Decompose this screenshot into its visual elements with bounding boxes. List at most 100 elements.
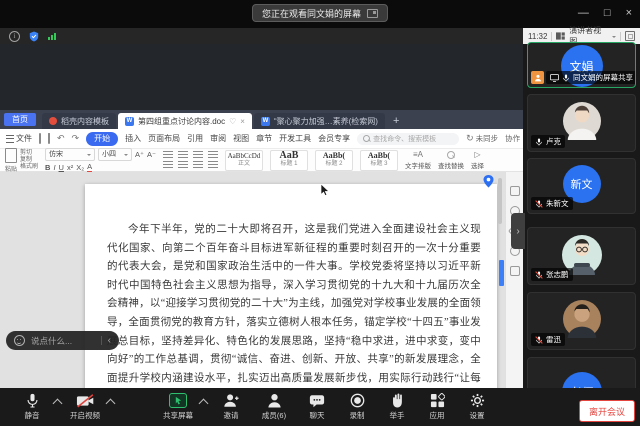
subscript-button[interactable]: X₂ xyxy=(76,163,84,172)
menu-view[interactable]: 视图 xyxy=(233,133,249,144)
menu-sections[interactable]: 章节 xyxy=(256,133,272,144)
style-normal[interactable]: AaBbCcDd 正文 xyxy=(224,149,263,171)
participant-tile[interactable]: 雷迅 xyxy=(527,292,636,350)
document-page[interactable]: 今年下半年，党的二十大即将召开，这是我们党进入全面建设社会主义现代化国家、向第二… xyxy=(85,184,497,399)
chat-placeholder[interactable]: 说点什么... xyxy=(31,335,95,347)
menu-dev-tools[interactable]: 开发工具 xyxy=(279,133,311,144)
favorite-heart-icon[interactable]: ♡ xyxy=(229,117,236,126)
file-menu[interactable]: 文件 xyxy=(6,133,32,144)
shrink-font-button[interactable]: A⁻ xyxy=(147,150,156,159)
font-name-select[interactable]: 仿宋 xyxy=(45,147,96,161)
chevron-down-icon xyxy=(87,153,92,158)
underline-button[interactable]: U xyxy=(59,163,64,172)
italic-button[interactable]: I xyxy=(53,163,55,172)
close-button[interactable]: × xyxy=(626,7,632,19)
wps-active-doc-tab[interactable]: W 第四组重点讨论内容.doc ♡ × xyxy=(118,113,252,129)
layout-icon[interactable] xyxy=(367,8,379,18)
style-heading2[interactable]: AaBb( 标题 2 xyxy=(314,149,353,171)
video-options-chevron[interactable] xyxy=(105,398,116,408)
superscript-button[interactable]: x² xyxy=(67,163,73,172)
leave-meeting-button[interactable]: 离开会议 xyxy=(579,400,635,422)
docer-icon xyxy=(49,117,57,125)
minimize-button[interactable]: — xyxy=(578,7,589,19)
tool-label: 文字排版 xyxy=(404,162,431,170)
indent-icon[interactable] xyxy=(192,151,203,159)
properties-icon[interactable] xyxy=(509,186,520,196)
menu-insert[interactable]: 插入 xyxy=(125,133,141,144)
grow-font-button[interactable]: A⁺ xyxy=(135,150,144,159)
redo-icon[interactable]: ↷ xyxy=(72,133,80,144)
collaborate-button[interactable]: 协作 xyxy=(505,133,520,144)
record-button[interactable]: 录制 xyxy=(337,390,377,424)
mute-button[interactable]: 静音 xyxy=(12,390,52,424)
invite-button[interactable]: 邀请 xyxy=(211,390,251,424)
second-doc-tab-label: “聚心聚力加强…素养(检索网) xyxy=(273,116,378,126)
participant-tile[interactable]: 新文 朱新文 xyxy=(527,158,636,214)
menu-member[interactable]: 会员专享 xyxy=(318,133,350,144)
cut-button[interactable]: 剪切 xyxy=(20,150,38,157)
wps-home-tab[interactable]: 首页 xyxy=(4,113,36,126)
font-size-select[interactable]: 小四 xyxy=(98,147,133,161)
wps-docer-tab[interactable]: 稻壳内容模板 xyxy=(42,113,116,129)
apps-button[interactable]: 应用 xyxy=(417,390,457,424)
document-canvas[interactable]: 今年下半年，党的二十大即将召开，这是我们党进入全面建设社会主义现代化国家、向第二… xyxy=(0,172,523,399)
scrollbar-marker[interactable] xyxy=(499,260,504,286)
style-heading3[interactable]: AaBb( 标题 3 xyxy=(359,149,398,171)
menu-start[interactable]: 开始 xyxy=(86,131,119,146)
fullscreen-icon[interactable] xyxy=(625,31,635,41)
security-shield-icon[interactable] xyxy=(29,31,39,42)
members-button[interactable]: 成员(6) xyxy=(251,390,297,424)
menu-review[interactable]: 审阅 xyxy=(210,133,226,144)
participant-tile[interactable]: 张志鹏 xyxy=(527,227,636,285)
copy-button[interactable]: 复制 xyxy=(20,157,38,164)
text-layout-tool[interactable]: ≡A 文字排版 xyxy=(404,149,431,170)
doc-scrollbar[interactable] xyxy=(498,178,502,224)
chevron-down-icon[interactable] xyxy=(612,35,617,40)
raise-hand-button[interactable]: 举手 xyxy=(377,390,417,424)
chat-button[interactable]: 聊天 xyxy=(297,390,337,424)
participant-tile-sharer[interactable]: 文娟 同文娟的屏幕共享 xyxy=(527,42,636,88)
bullet-list-icon[interactable] xyxy=(162,151,173,159)
align-left-icon[interactable] xyxy=(162,161,173,169)
participant-tile[interactable]: 卢克 xyxy=(527,94,636,152)
style-heading1[interactable]: AaB 标题 1 xyxy=(269,149,308,171)
chevron-down-icon xyxy=(124,153,129,158)
emoji-icon[interactable] xyxy=(14,335,25,346)
more-tools-icon[interactable] xyxy=(509,266,520,276)
sharing-badge-icon xyxy=(531,71,544,84)
save-icon[interactable] xyxy=(39,133,41,144)
start-video-button[interactable]: 开启视频 xyxy=(65,390,105,424)
collapse-chat-icon[interactable]: ‹ xyxy=(108,335,111,346)
paste-button[interactable]: 粘贴 xyxy=(5,147,17,173)
command-search-input[interactable]: 查找命令、搜索模板 xyxy=(357,132,460,145)
line-spacing-icon[interactable] xyxy=(207,161,218,169)
menu-references[interactable]: 引用 xyxy=(187,133,203,144)
menu-page-layout[interactable]: 页面布局 xyxy=(148,133,180,144)
undo-icon[interactable]: ↶ xyxy=(57,133,65,144)
maximize-button[interactable]: □ xyxy=(604,7,611,19)
sidebar-collapse-handle[interactable]: › xyxy=(511,213,525,249)
close-tab-icon[interactable]: × xyxy=(240,117,245,126)
info-icon[interactable]: i xyxy=(9,30,20,42)
settings-button[interactable]: 设置 xyxy=(457,390,497,424)
new-tab-button[interactable]: + xyxy=(393,115,399,127)
share-options-chevron[interactable] xyxy=(198,398,209,408)
wps-second-doc-tab[interactable]: W “聚心聚力加强…素养(检索网) xyxy=(253,113,385,129)
location-pin-icon[interactable] xyxy=(483,175,494,188)
font-color-button[interactable]: A xyxy=(87,162,93,173)
number-list-icon[interactable] xyxy=(177,151,188,159)
sync-status[interactable]: ↻ 未同步 xyxy=(466,133,498,144)
document-text[interactable]: 今年下半年，党的二十大即将召开，这是我们党进入全面建设社会主义现代化国家、向第二… xyxy=(107,221,481,399)
outdent-icon[interactable] xyxy=(207,151,218,159)
bold-button[interactable]: B xyxy=(45,163,50,172)
align-right-icon[interactable] xyxy=(192,161,203,169)
share-screen-button[interactable]: 共享屏幕 xyxy=(158,390,198,424)
chat-quick-input[interactable]: 说点什么... ‹ xyxy=(6,331,119,350)
print-icon[interactable] xyxy=(48,133,50,144)
select-tool[interactable]: ▷ 选择 xyxy=(471,150,484,170)
find-replace-tool[interactable]: 查找替换 xyxy=(438,150,464,170)
mic-options-chevron[interactable] xyxy=(52,398,63,408)
text-layout-icon: ≡A xyxy=(412,149,423,159)
align-center-icon[interactable] xyxy=(177,161,188,169)
format-painter-button[interactable]: 格式刷 xyxy=(20,164,38,171)
